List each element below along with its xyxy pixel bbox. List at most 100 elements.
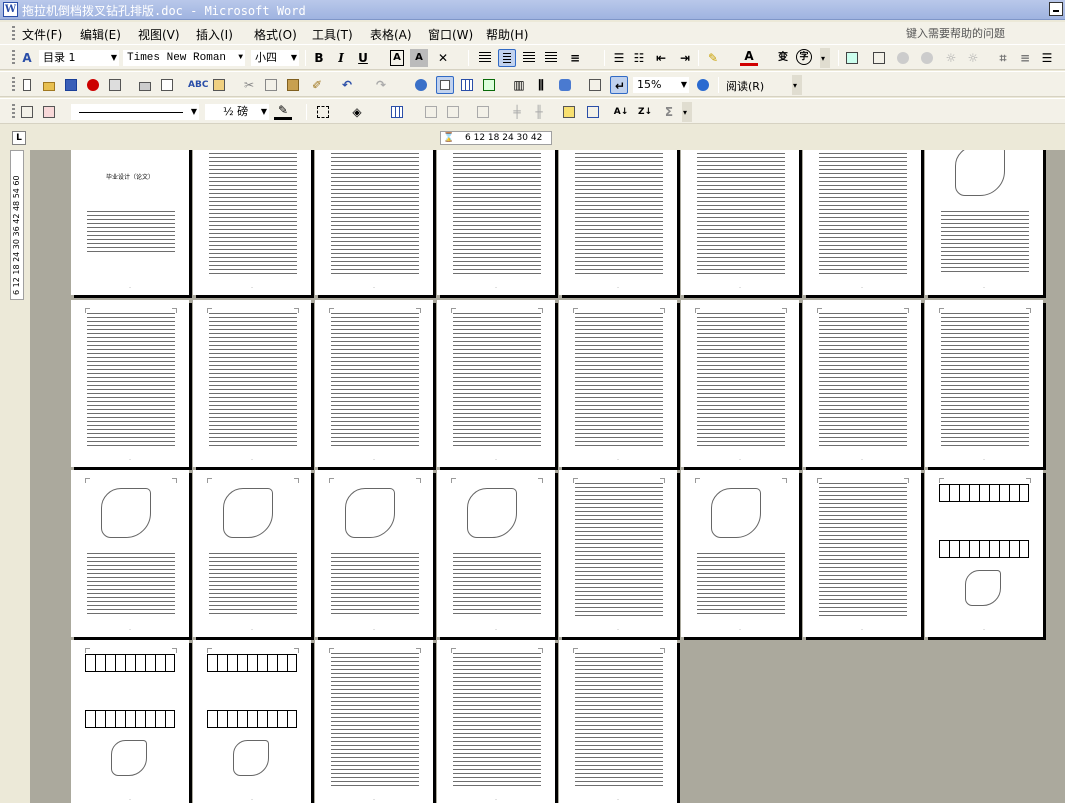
page-thumbnail[interactable]: - [925,150,1043,295]
split-cells-button[interactable] [444,103,462,121]
toolbar-options-button[interactable] [792,75,802,95]
char-border-button[interactable]: A [388,49,406,67]
page-thumbnail[interactable]: - [559,150,677,295]
page-thumbnail[interactable]: - [925,300,1043,467]
vertical-ruler[interactable]: 6 12 18 24 30 36 42 48 54 60 [10,150,24,300]
menu-format[interactable]: 格式(O) [254,26,297,43]
page-thumbnail[interactable]: - [681,300,799,467]
toolbar-grip[interactable] [12,50,15,66]
sort-descending-button[interactable]: Z↓ [636,103,654,121]
increase-indent-button[interactable]: ⇥ [676,49,694,67]
font-size-dropdown[interactable]: 小四 ▼ [250,49,300,67]
layout-button-2[interactable] [894,49,912,67]
insert-picture-button[interactable] [843,49,861,67]
cut-button[interactable]: ✂ [240,76,258,94]
layout-button-1[interactable] [870,49,888,67]
menu-table[interactable]: 表格(A) [370,26,412,43]
line-style-dropdown[interactable]: ▼ [70,103,200,121]
save-button[interactable] [62,76,80,94]
columns-button[interactable]: ▥ [510,76,528,94]
page-thumbnail[interactable]: - [71,640,189,803]
research-button[interactable] [210,76,228,94]
drawing-button[interactable]: ⫼ [532,76,550,94]
text-direction-button[interactable] [584,103,602,121]
layout-button-3[interactable] [918,49,936,67]
page-thumbnail[interactable]: - [71,300,189,467]
document-map-button[interactable] [556,76,574,94]
menu-file[interactable]: 文件(F) [22,26,62,43]
page-thumbnail[interactable]: - [803,470,921,637]
char-shading-button[interactable]: A [410,49,428,67]
highlight-button[interactable]: ✎ [704,49,722,67]
insert-excel-button[interactable] [480,76,498,94]
page-thumbnail[interactable]: - [315,470,433,637]
distribute-rows-button[interactable]: ╪ [508,103,526,121]
print-button[interactable] [136,76,154,94]
ruler-indent-marker[interactable]: ⌛ [443,132,454,144]
document-workspace[interactable]: 四川职业技术学院毕业设计（论文）------------------------… [30,150,1065,803]
page-thumbnail[interactable]: - [193,470,311,637]
print-preview-button[interactable] [158,76,176,94]
autosum-button[interactable]: Σ [660,103,678,121]
tables-borders-button[interactable] [436,76,454,94]
page-thumbnail[interactable]: - [437,640,555,803]
reading-layout-button[interactable]: 阅读(R) [724,76,788,94]
distributed-align-button[interactable] [542,49,560,67]
zoom-dropdown[interactable]: 15% ▼ [632,76,690,94]
page-thumbnail[interactable]: - [315,300,433,467]
distribute-cols-button[interactable]: ╫ [530,103,548,121]
autoformat-button[interactable] [560,103,578,121]
page-thumbnail[interactable]: - [559,300,677,467]
char-scale-button[interactable]: ✕ [434,49,452,67]
toolbar-options-button[interactable] [820,48,830,68]
tab-selector[interactable]: L [12,131,26,145]
menu-help[interactable]: 帮助(H) [486,26,528,43]
draw-table-button[interactable] [18,103,36,121]
page-thumbnail[interactable]: - [803,300,921,467]
page-thumbnail[interactable]: - [559,640,677,803]
page-thumbnail[interactable]: - [193,640,311,803]
toolbar-grip[interactable] [12,104,15,120]
style-dropdown[interactable]: 目录 1 ▼ [38,49,120,67]
page-thumbnail[interactable]: - [437,470,555,637]
toolbar-options-button[interactable] [682,102,692,122]
styles-pane-button[interactable]: A [18,49,36,67]
menu-window[interactable]: 窗口(W) [428,26,473,43]
insert-table-button[interactable] [458,76,476,94]
menu-view[interactable]: 视图(V) [138,26,180,43]
layout-button-4[interactable]: ☼ [942,49,960,67]
layout-button-5[interactable]: ☼ [964,49,982,67]
borders-button[interactable] [314,103,332,121]
undo-button[interactable]: ↶ [338,76,356,94]
line-style-button[interactable]: ≡ [1016,49,1034,67]
underline-button[interactable]: U [354,49,372,67]
page-thumbnail[interactable]: - [193,150,311,295]
page-thumbnail[interactable]: 四川职业技术学院毕业设计（论文）- [71,150,189,295]
shading-button[interactable]: ◈ [348,103,366,121]
table-insert-button[interactable] [388,103,406,121]
justify-button[interactable] [476,49,494,67]
center-align-button[interactable] [498,49,516,67]
copy-button[interactable] [262,76,280,94]
spelling-button[interactable]: ABC [188,76,208,94]
show-hide-button[interactable] [586,76,604,94]
page-thumbnail[interactable]: - [315,150,433,295]
merge-cells-button[interactable] [422,103,440,121]
page-thumbnail[interactable]: - [681,470,799,637]
enclose-char-button[interactable]: 字 [796,49,814,67]
email-button[interactable] [106,76,124,94]
page-thumbnail[interactable]: - [71,470,189,637]
sort-ascending-button[interactable]: A↓ [612,103,630,121]
open-button[interactable] [40,76,58,94]
line-spacing-button[interactable]: ≡ [566,49,584,67]
format-painter-button[interactable]: ✐ [308,76,326,94]
page-thumbnail[interactable]: - [315,640,433,803]
border-color-button[interactable]: ✎ [274,103,292,121]
crop-button[interactable]: ⌗ [994,49,1012,67]
page-thumbnail[interactable]: - [925,470,1043,637]
paste-button[interactable] [284,76,302,94]
page-thumbnail[interactable]: - [559,470,677,637]
font-color-button[interactable]: A [740,49,758,67]
align-cell-button[interactable] [474,103,492,121]
line-weight-button[interactable]: ☰ [1038,49,1056,67]
